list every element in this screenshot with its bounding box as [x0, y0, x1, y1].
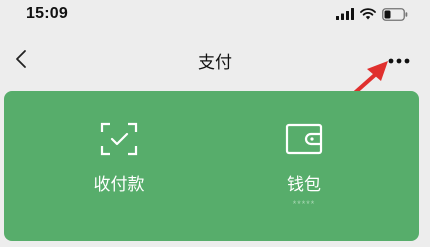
- more-dots-icon: [388, 58, 410, 64]
- wallet-balance-masked: *****: [292, 199, 316, 209]
- scan-check-icon: [100, 122, 138, 156]
- wallet-icon: [285, 123, 323, 155]
- status-icons: [336, 6, 408, 22]
- wifi-icon: [360, 8, 376, 20]
- wallet-button[interactable]: 钱包 *****: [239, 121, 369, 231]
- wallet-label: 钱包: [287, 175, 321, 194]
- cellular-signal-icon: [336, 8, 354, 20]
- page-title: 支付: [198, 53, 232, 72]
- status-bar: 15:09: [0, 0, 430, 30]
- receive-pay-label: 收付款: [93, 175, 145, 194]
- pay-panel: 收付款 钱包 *****: [4, 91, 419, 241]
- receive-pay-button[interactable]: 收付款: [54, 121, 184, 231]
- battery-icon: [382, 7, 408, 21]
- more-button[interactable]: [384, 48, 414, 74]
- status-time: 15:09: [26, 5, 68, 22]
- navigation-bar: 支付: [0, 36, 430, 84]
